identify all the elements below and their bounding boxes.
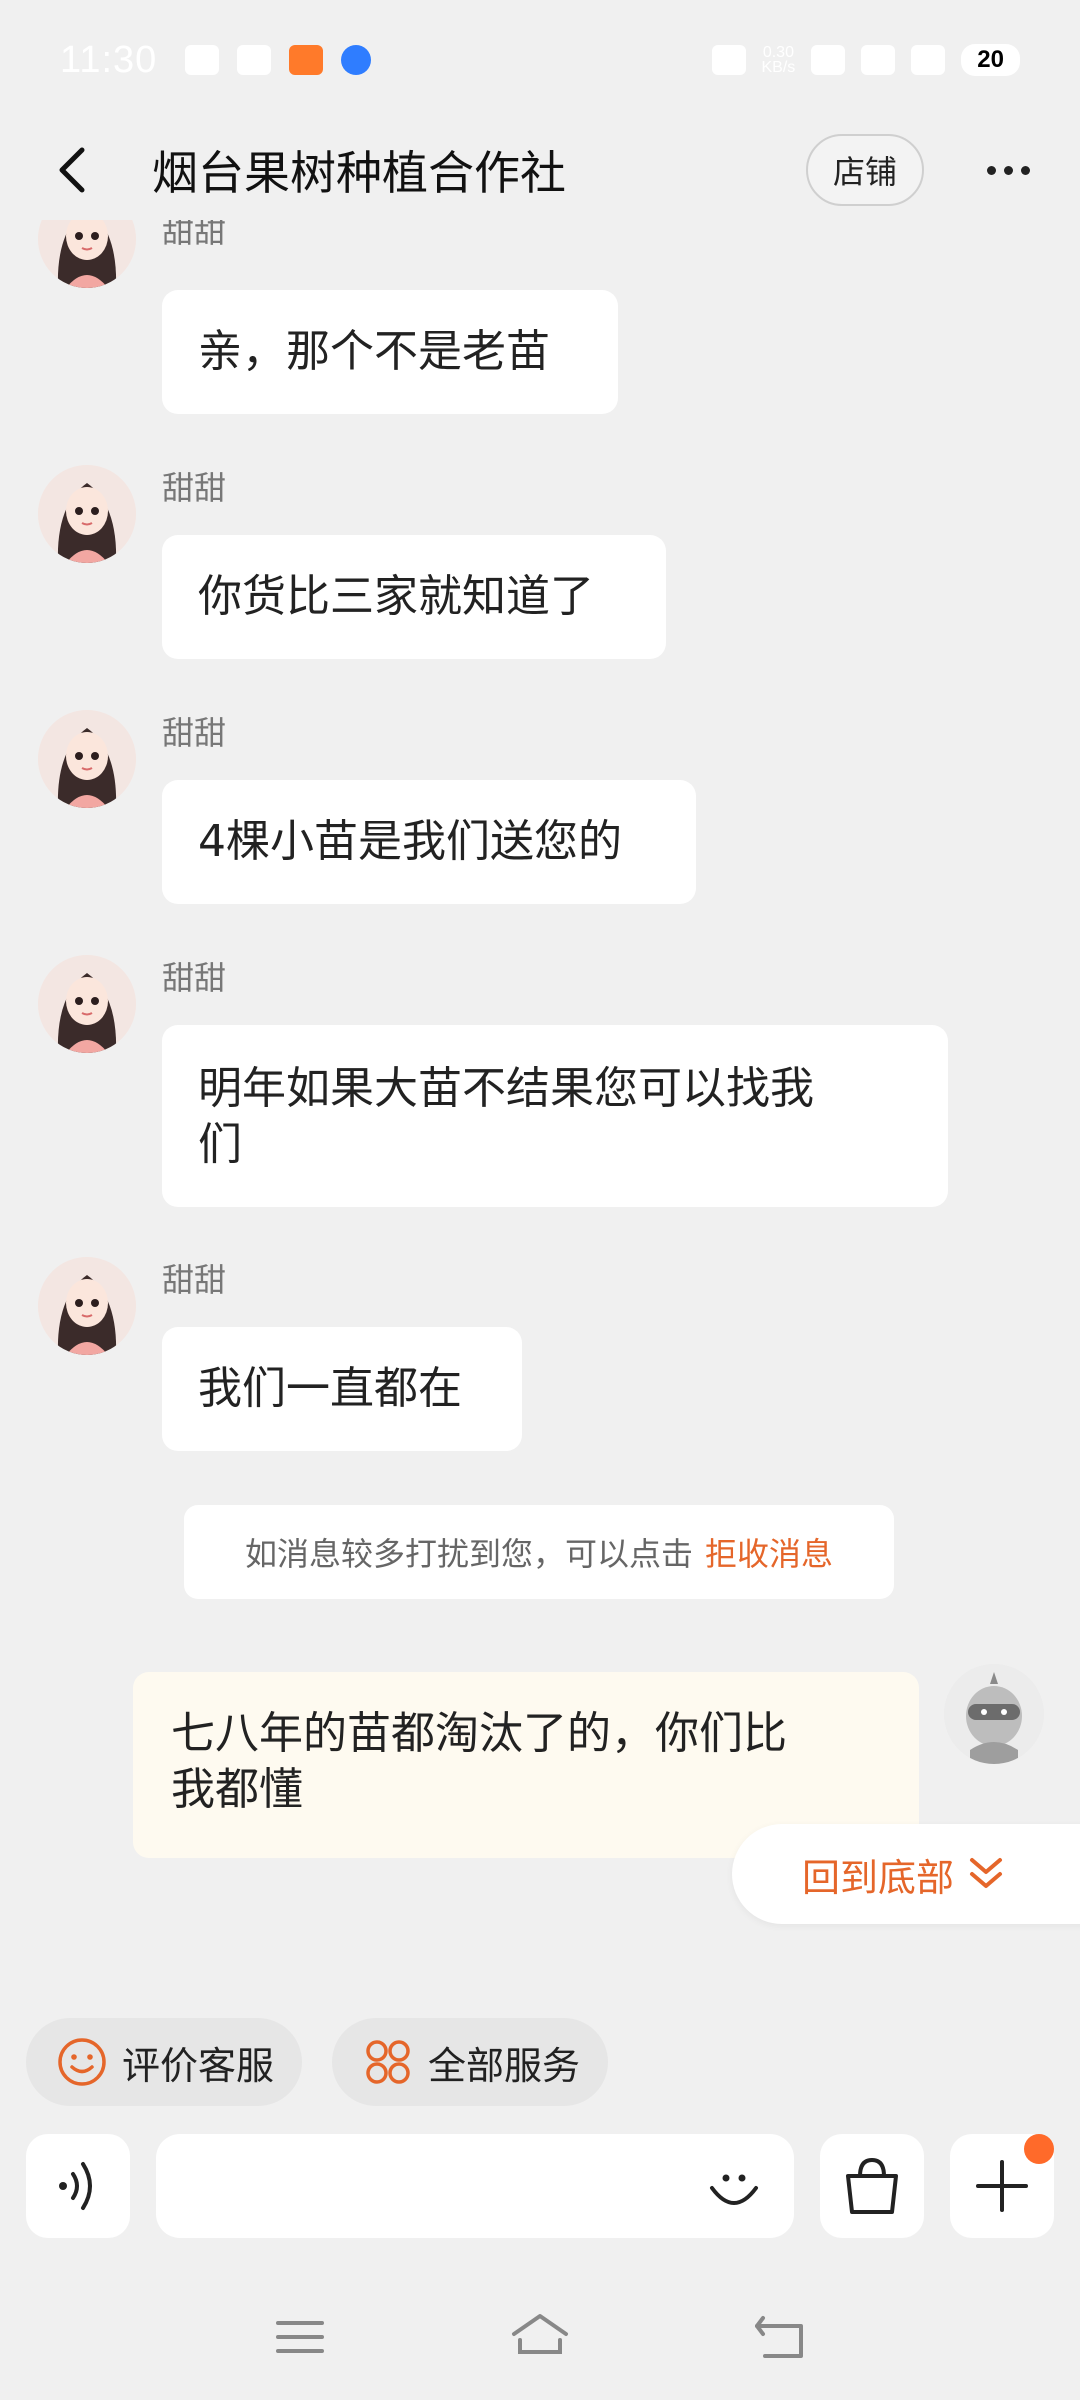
notification-badge xyxy=(1024,2134,1054,2164)
double-chevron-down-icon xyxy=(970,1858,1003,1888)
menu-icon xyxy=(276,2321,324,2353)
browser-notification-icon xyxy=(341,45,372,75)
shop-button[interactable]: 店铺 xyxy=(806,134,924,206)
bag-icon xyxy=(846,2157,898,2214)
plus-icon xyxy=(976,2160,1028,2212)
chat-header: 烟台果树种植合作社 店铺 xyxy=(0,120,1080,220)
emoji-button[interactable] xyxy=(696,2148,772,2224)
input-bar xyxy=(0,2134,1080,2238)
avatar[interactable] xyxy=(38,955,136,1053)
message-line: 我都懂 xyxy=(171,1764,303,1815)
rate-service-button[interactable]: 评价客服 xyxy=(26,2018,303,2106)
chat-notification-icon xyxy=(185,45,220,75)
back-nav-button[interactable] xyxy=(736,2302,826,2372)
notice-text: 如消息较多打扰到您，可以点击 xyxy=(244,1535,693,1573)
sender-name: 甜甜 xyxy=(162,959,227,997)
more-dots-icon xyxy=(986,165,996,175)
more-button[interactable] xyxy=(968,130,1048,210)
message-bubble[interactable]: 你货比三家就知道了 xyxy=(162,535,666,659)
agent-avatar-image xyxy=(38,1257,136,1355)
taobao-notification-icon xyxy=(289,45,324,75)
jump-to-bottom-button[interactable]: 回到底部 xyxy=(732,1824,1080,1924)
agent-avatar-image xyxy=(38,220,136,288)
avatar[interactable] xyxy=(38,220,136,288)
back-arrow-icon xyxy=(59,147,85,193)
message-line: 明年如果大苗不结果您可以找我 xyxy=(198,1063,814,1114)
order-bag-button[interactable] xyxy=(820,2134,924,2238)
avatar[interactable] xyxy=(38,1257,136,1355)
hd-icon xyxy=(811,45,846,75)
all-services-label: 全部服务 xyxy=(428,2043,581,2088)
home-nav-button[interactable] xyxy=(495,2302,585,2372)
system-icons: 0.30 KB/s 20 xyxy=(711,44,1020,76)
sender-name: 甜甜 xyxy=(162,469,227,507)
voice-button[interactable] xyxy=(26,2134,130,2238)
all-services-button[interactable]: 全部服务 xyxy=(332,2018,609,2106)
avatar[interactable] xyxy=(38,710,136,808)
status-bar: 11:30 0.30 KB/s 20 xyxy=(0,0,1080,120)
voice-icon xyxy=(59,2162,92,2210)
message-bubble[interactable]: 明年如果大苗不结果您可以找我 们 xyxy=(162,1025,948,1207)
emoji-icon xyxy=(710,2174,758,2205)
reject-messages-link[interactable]: 拒收消息 xyxy=(705,1529,833,1575)
battery-level: 20 xyxy=(961,44,1020,76)
wifi-icon xyxy=(911,45,946,75)
message-line: 们 xyxy=(198,1119,242,1170)
menu-nav-button[interactable] xyxy=(255,2302,345,2372)
system-navigation-bar xyxy=(0,2280,1080,2400)
agent-avatar-image xyxy=(38,955,136,1053)
notification-icons xyxy=(185,45,372,75)
mail-notification-icon xyxy=(237,45,272,75)
back-icon xyxy=(755,2316,803,2358)
rate-service-label: 评价客服 xyxy=(122,2043,275,2088)
agent-avatar-image xyxy=(38,710,136,808)
smile-icon xyxy=(58,2038,106,2086)
own-avatar[interactable] xyxy=(944,1664,1044,1764)
avatar[interactable] xyxy=(38,465,136,563)
alarm-icon xyxy=(711,45,746,75)
ninja-avatar-icon xyxy=(944,1664,1044,1764)
status-time: 11:30 xyxy=(60,38,158,81)
page-title: 烟台果树种植合作社 xyxy=(152,146,566,200)
sender-name: 甜甜 xyxy=(162,220,227,250)
home-icon xyxy=(512,2314,568,2354)
reject-messages-notice: 如消息较多打扰到您，可以点击 拒收消息 xyxy=(184,1505,894,1599)
grid-services-icon xyxy=(366,2040,410,2084)
message-bubble[interactable]: 4棵小苗是我们送您的 xyxy=(162,780,696,904)
sender-name: 甜甜 xyxy=(162,1261,227,1299)
chat-area[interactable]: 甜甜 亲，那个不是老苗 甜甜 你货比三家就知道了 甜甜 4棵小苗是我们送您的 甜… xyxy=(0,220,1080,1990)
agent-avatar-image xyxy=(38,465,136,563)
message-bubble[interactable]: 我们一直都在 xyxy=(162,1327,522,1451)
quick-actions: 评价客服 全部服务 xyxy=(26,2018,609,2106)
jump-to-bottom-label: 回到底部 xyxy=(802,1855,955,1900)
back-button[interactable] xyxy=(32,130,112,210)
sender-name: 甜甜 xyxy=(162,714,227,752)
net-speed: 0.30 KB/s xyxy=(761,44,796,76)
message-line: 七八年的苗都淘汰了的，你们比 xyxy=(171,1708,787,1759)
message-bubble[interactable]: 亲，那个不是老苗 xyxy=(162,290,618,414)
signal-icon xyxy=(861,45,896,75)
